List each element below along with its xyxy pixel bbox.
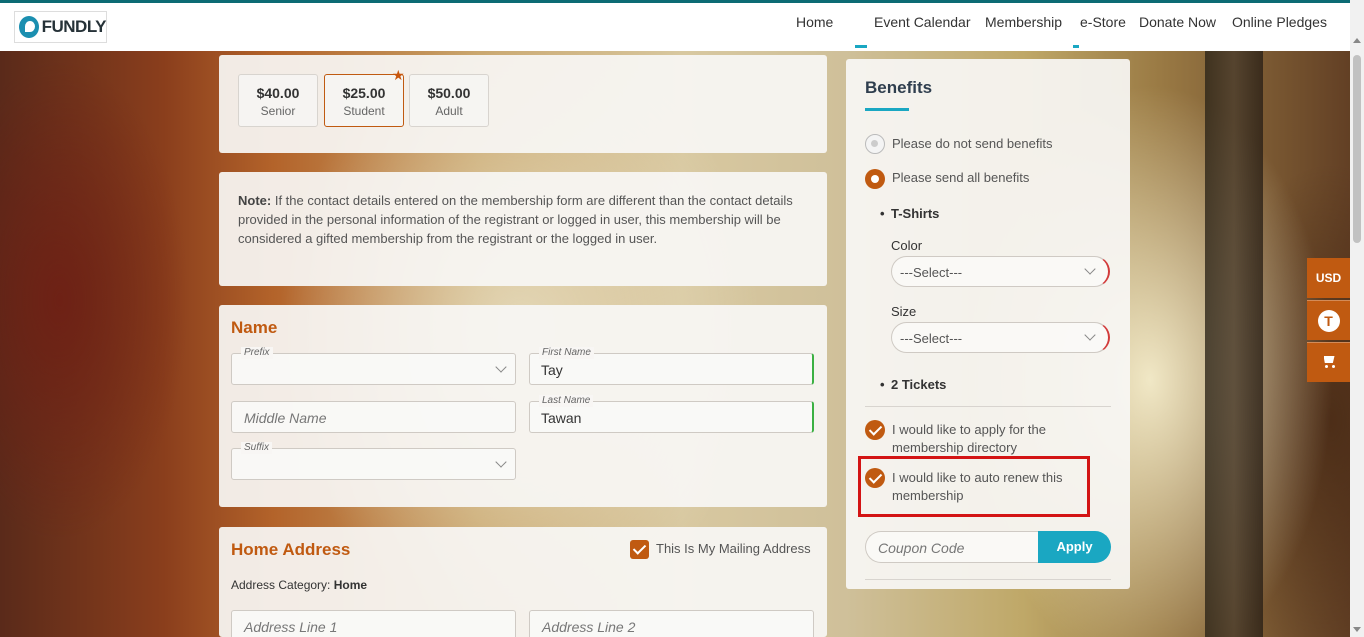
- gift-note: Note: If the contact details entered on …: [238, 191, 808, 248]
- size-select-value: ---Select---: [900, 331, 963, 346]
- selected-star-icon: ★: [392, 67, 405, 83]
- nav-home[interactable]: Home: [796, 14, 833, 30]
- price-label: Senior: [260, 104, 296, 118]
- size-label: Size: [891, 304, 917, 319]
- directory-checkbox[interactable]: [865, 420, 885, 440]
- address-line1-field[interactable]: Address Line 1: [231, 610, 516, 637]
- price-option-senior[interactable]: $40.00 Senior: [238, 74, 318, 127]
- address-line2-field[interactable]: Address Line 2: [529, 610, 814, 637]
- nav-active-indicator: [855, 45, 867, 48]
- note-prefix: Note:: [238, 193, 272, 208]
- mailing-address-checkbox[interactable]: [630, 540, 649, 559]
- directory-label: I would like to apply for the membership…: [892, 422, 1046, 455]
- logo-text: FUNDLY: [41, 17, 107, 36]
- tshirts-label: T-Shirts: [891, 206, 940, 221]
- address-line2-placeholder: Address Line 2: [542, 619, 636, 635]
- cart-tab[interactable]: [1307, 342, 1350, 382]
- nav-event-calendar[interactable]: Event Calendar: [874, 14, 971, 30]
- mailing-address-label: This Is My Mailing Address: [656, 541, 811, 556]
- benefits-title: Benefits: [865, 78, 933, 97]
- nav-donate-now[interactable]: Donate Now: [1139, 14, 1216, 30]
- nav-online-pledges[interactable]: Online Pledges: [1232, 14, 1327, 30]
- benefits-title-underline: [865, 108, 909, 111]
- last-name-label: Last Name: [539, 395, 594, 407]
- suffix-select[interactable]: Suffix: [231, 442, 516, 480]
- fundly-logo-icon: [19, 16, 39, 38]
- page-ghost-title: Individual: [218, 12, 282, 29]
- prefix-select[interactable]: Prefix: [231, 347, 516, 385]
- price-label: Student: [343, 104, 385, 118]
- middle-name-placeholder: Middle Name: [244, 410, 327, 426]
- note-text: If the contact details entered on the me…: [238, 193, 793, 246]
- chevron-down-icon: [1084, 329, 1096, 341]
- prefix-label: Prefix: [241, 347, 273, 359]
- auto-renew-highlight-box: [858, 456, 1090, 517]
- first-name-label: First Name: [539, 347, 594, 359]
- suffix-label: Suffix: [241, 442, 273, 454]
- first-name-field[interactable]: First Name Tay: [529, 347, 814, 385]
- address-section-title: Home Address: [231, 540, 351, 559]
- t-tab[interactable]: T: [1307, 300, 1350, 340]
- color-select[interactable]: ---Select---: [891, 256, 1110, 287]
- middle-name-field[interactable]: Middle Name: [231, 401, 516, 433]
- first-name-value: Tay: [541, 362, 563, 378]
- coupon-code-input[interactable]: Coupon Code: [865, 531, 1040, 563]
- tickets-bullet: •: [880, 377, 885, 392]
- scroll-down-arrow-icon[interactable]: [1353, 627, 1361, 632]
- address-category-value: Home: [333, 578, 368, 592]
- benefits-divider: [865, 406, 1111, 407]
- scroll-up-arrow-icon[interactable]: [1353, 38, 1361, 43]
- size-select[interactable]: ---Select---: [891, 322, 1110, 353]
- price-label: Adult: [435, 104, 463, 118]
- no-benefits-radio[interactable]: [865, 134, 885, 154]
- no-benefits-label: Please do not send benefits: [892, 136, 1053, 151]
- last-name-value: Tawan: [541, 410, 582, 426]
- address-category-label: Address Category:: [231, 578, 331, 592]
- price-amount: $40.00: [256, 85, 300, 101]
- last-name-field[interactable]: Last Name Tawan: [529, 395, 814, 433]
- color-select-value: ---Select---: [900, 265, 963, 280]
- address-category: Address Category: Home: [231, 578, 367, 592]
- nav-active-indicator-2: [1073, 45, 1079, 48]
- address-line1-placeholder: Address Line 1: [244, 619, 338, 635]
- send-all-benefits-label: Please send all benefits: [892, 170, 1030, 185]
- scrollbar-thumb[interactable]: [1353, 55, 1361, 243]
- background-tree-trunk: [1205, 50, 1263, 637]
- fundly-logo[interactable]: FUNDLY: [14, 11, 107, 43]
- chevron-down-icon: [1084, 263, 1096, 275]
- tickets-label: 2 Tickets: [891, 377, 947, 392]
- send-all-benefits-radio[interactable]: [865, 169, 885, 189]
- coupon-placeholder: Coupon Code: [878, 540, 965, 556]
- chevron-down-icon: [495, 456, 507, 468]
- price-amount: $25.00: [342, 85, 386, 101]
- benefits-bottom-divider: [865, 579, 1111, 580]
- apply-coupon-button[interactable]: Apply: [1038, 531, 1111, 563]
- tshirts-bullet: •: [880, 206, 885, 221]
- price-option-adult[interactable]: $50.00 Adult: [409, 74, 489, 127]
- t-icon: T: [1317, 310, 1340, 332]
- nav-membership[interactable]: Membership: [985, 14, 1062, 30]
- price-amount: $50.00: [427, 85, 471, 101]
- shopping-cart-icon: [1322, 356, 1336, 368]
- currency-label: USD: [1315, 271, 1342, 285]
- currency-tab[interactable]: USD: [1307, 258, 1350, 298]
- chevron-down-icon: [495, 361, 507, 373]
- nav-estore[interactable]: e-Store: [1080, 14, 1126, 30]
- name-section-title: Name: [231, 318, 278, 337]
- color-label: Color: [891, 238, 923, 253]
